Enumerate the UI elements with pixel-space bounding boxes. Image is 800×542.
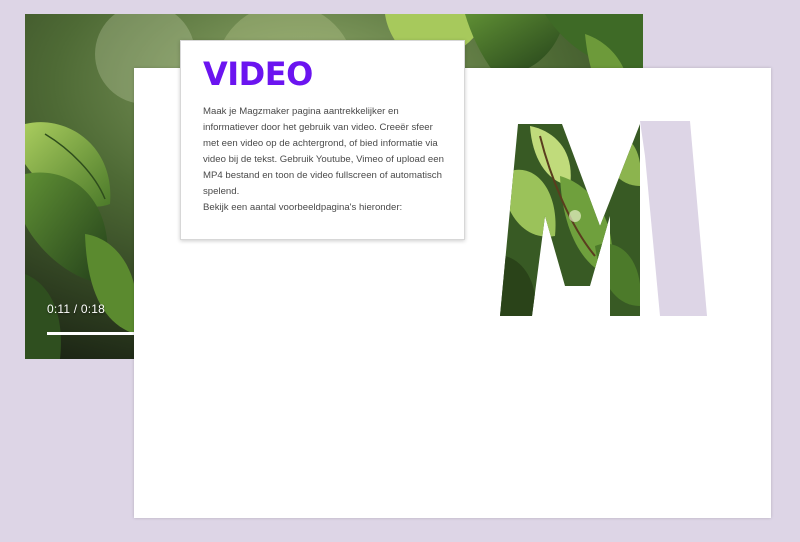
image-letter-m [500,121,707,316]
info-card: VIDEO Maak je Magzmaker pagina aantrekke… [180,40,465,240]
letter-m-right-stroke [640,121,707,316]
card-body-text: Maak je Magzmaker pagina aantrekkelijker… [203,106,444,213]
card-title: VIDEO [203,55,313,93]
stage: 0:11 / 0:18 VIDEO Maak je Magzmaker pagi… [0,0,800,542]
video-timestamp: 0:11 / 0:18 [47,302,106,316]
